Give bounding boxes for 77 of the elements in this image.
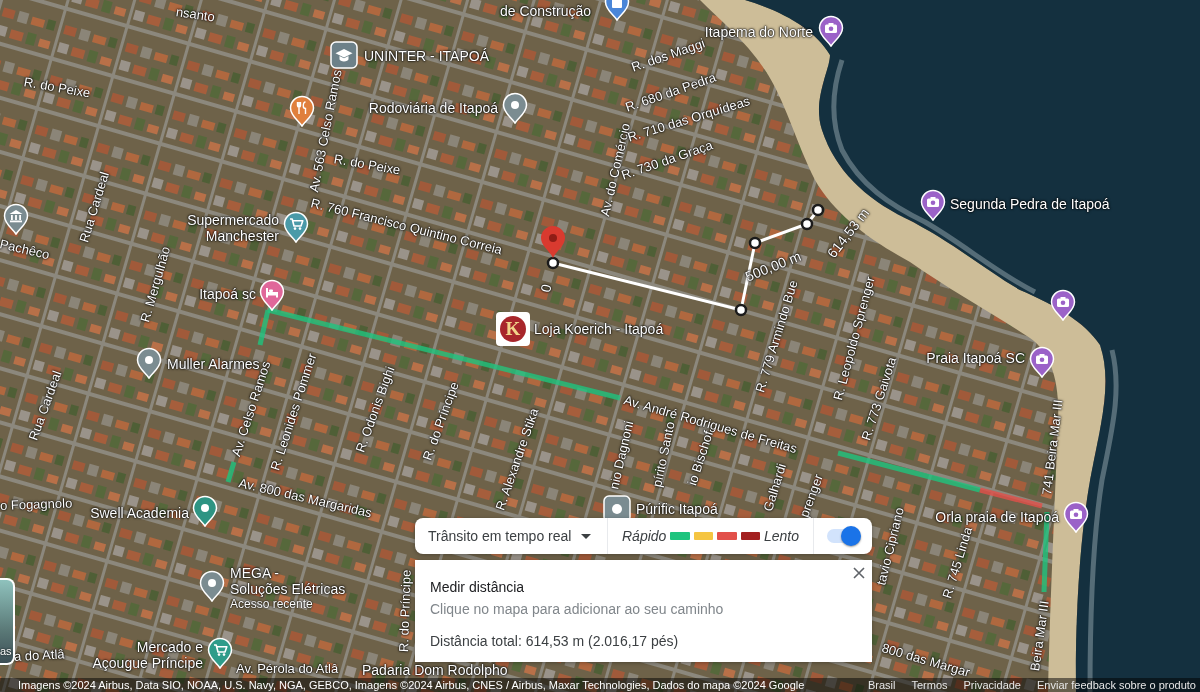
street-label: R. 779 Armindo Bue [752,278,802,395]
traffic-toggle[interactable] [825,526,861,546]
street-label: Rua Cardeal [76,169,113,245]
hint-text: Clique no mapa para adicionar ao seu caminho [430,601,725,617]
place-label[interactable]: MEGA - Soluções Elétricas [230,565,346,597]
street-label: Beira Mar III [1027,599,1053,673]
place-note: Acesso recente [230,597,314,611]
footer-link[interactable]: Termos [911,678,948,692]
footer-link[interactable]: Brasil [867,678,896,692]
measure-point[interactable] [811,203,825,217]
place-label[interactable]: UNINTER - ITAPOÁ [364,48,489,64]
street-label: R. do Peixe [22,74,92,102]
location-pin-icon [539,225,567,259]
street-label: R. 760 Francisco Quintino Correia [309,195,504,259]
close-icon [853,567,865,579]
street-label: R. 745 Linda [939,525,977,601]
place-label[interactable]: Itapoá sc [199,286,256,302]
street-label: o Fogagnolo [0,495,73,514]
bed-pin-icon[interactable] [259,279,285,311]
street-label: 800 das Margar [879,640,972,681]
measure-point[interactable] [546,256,560,270]
camera-pin-icon[interactable] [818,15,844,47]
street-label: R. Odonis Bighi [352,364,399,455]
traffic-legend-label: Rápido [622,528,667,544]
map-pin-icon[interactable] [502,92,528,124]
measure-point[interactable] [748,236,762,250]
total-distance-text: Distância total: 614,53 m (2.016,17 pés) [430,633,680,649]
traffic-legend-label: Lento [763,528,799,544]
cart-pin-icon[interactable] [283,211,309,243]
street-label: 741 Beira Mar III [1039,398,1067,496]
footer-link[interactable]: Privacidade [963,678,1021,692]
place-label[interactable]: Orla praia de Itapoá [935,509,1059,525]
cart-pin-icon[interactable] [207,637,233,669]
place-label[interactable]: Praia Itapoá SC [926,350,1025,366]
place-label[interactable]: Padaria Dom Rodolpho [362,662,508,678]
place-label[interactable]: Púrific Itapoá [636,501,718,517]
street-label: nsanto [174,4,216,26]
street-label: Av. Pérola do Atlâ [236,661,339,677]
fork-knife-pin-icon[interactable] [289,95,315,127]
camera-pin-icon[interactable] [1063,501,1089,533]
caret-icon [581,533,591,539]
map-pin-icon[interactable] [199,570,225,602]
street-label: prenger [796,472,827,520]
graduation-cap-icon[interactable] [330,41,358,69]
building-pin-icon[interactable] [3,203,29,235]
map-pin-icon[interactable] [136,347,162,379]
place-label[interactable]: Supermercado Manchester [187,212,279,244]
place-label[interactable]: Loja Koerich - Itapoá [534,321,664,337]
layers-button[interactable]: as [0,578,15,665]
place-label[interactable]: Segunda Pedra de Itapoá [950,196,1110,212]
street-label: pírito Santo [649,420,679,489]
distance-label: 0 [537,282,555,294]
traffic-mode-dropdown[interactable]: Trânsito em tempo real [415,518,607,554]
street-label: R. do Príncipe [396,569,415,653]
traffic-line [225,461,237,483]
footer-link[interactable]: Enviar feedback sobre o produto [1037,678,1196,692]
street-label: Pachêco [0,236,52,264]
street-label: R. do Peixe [332,151,402,179]
street-label: tavio Cipriano [873,505,908,587]
place-label[interactable]: de Construção [499,3,591,19]
map-pin-icon[interactable] [192,495,218,527]
camera-pin-icon[interactable] [1029,346,1055,378]
place-label[interactable]: Mercado e Açougue Príncipe [92,639,203,671]
street-label: R. 773 Gaivota [858,355,901,443]
store-logo[interactable]: K [496,312,530,346]
street-label: a do Atlâ [13,646,65,665]
attribution-text: Imagens ©2024 Airbus, Data SIO, NOAA, U.S. Navy, NGA, GEBCO, Imagens ©2024 Airbus, CNES / Airbus, Maxar Technologies, Dados do mapa ©2024 Google [17,678,805,692]
card-title: Medir distância [430,579,526,595]
place-label[interactable]: Swell Academia [90,505,189,521]
street-label: R. dos Maggi [629,35,707,75]
camera-pin-icon[interactable] [1050,289,1076,321]
street-label: nio Dagnoni [606,419,638,491]
measure-point[interactable] [800,217,814,231]
place-label[interactable]: Rodoviária de Itapoá [368,100,498,116]
measure-point[interactable] [734,303,748,317]
camera-pin-icon[interactable] [920,189,946,221]
street-label: Galhardi [760,461,790,514]
